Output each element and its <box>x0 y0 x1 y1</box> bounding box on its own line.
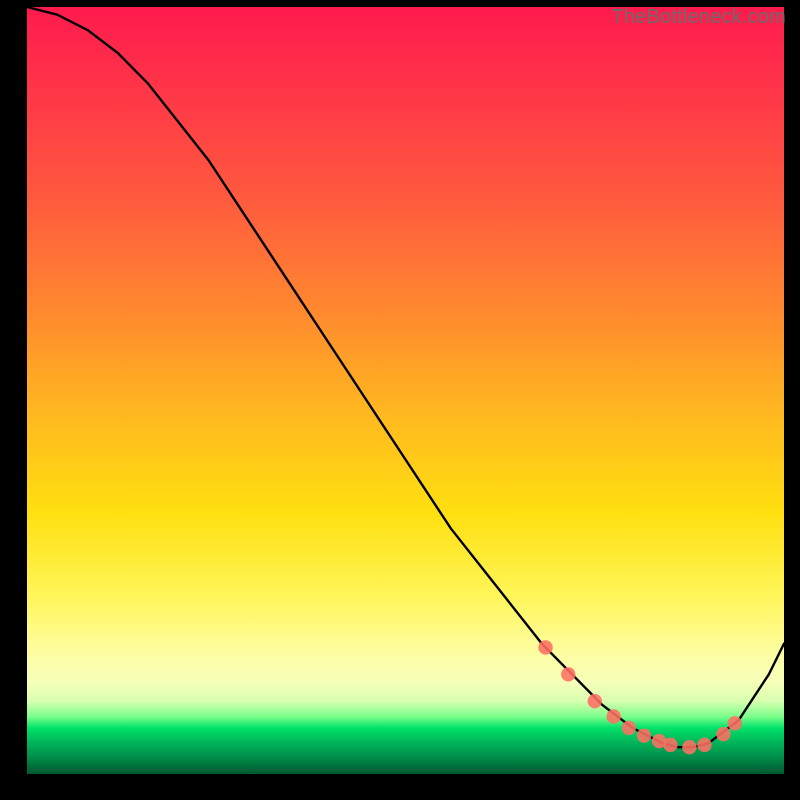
data-marker <box>538 640 552 654</box>
watermark-label: TheBottleneck.com <box>611 6 786 29</box>
data-marker <box>637 728 651 742</box>
chart-svg <box>27 7 784 774</box>
data-marker <box>682 740 696 754</box>
data-marker <box>728 716 742 730</box>
data-marker <box>622 721 636 735</box>
data-marker <box>561 667 575 681</box>
data-marker <box>697 738 711 752</box>
bottleneck-curve <box>27 7 784 747</box>
data-marker <box>588 694 602 708</box>
data-marker <box>663 738 677 752</box>
data-marker <box>606 709 620 723</box>
data-marker <box>716 727 730 741</box>
